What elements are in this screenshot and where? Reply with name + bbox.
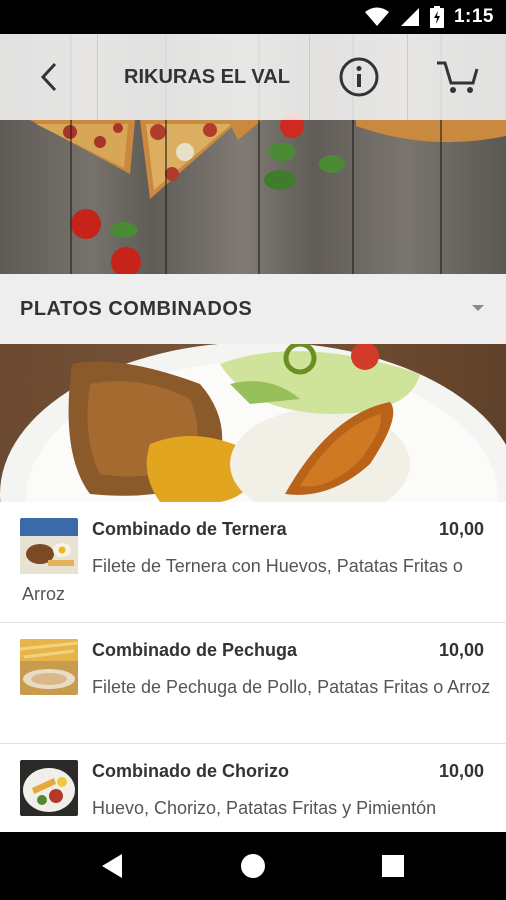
category-banner-image [0, 344, 506, 502]
item-price: 10,00 [438, 519, 484, 539]
back-arrow-icon [40, 62, 56, 92]
nav-recents-icon [382, 855, 404, 877]
status-time: 1:15 [453, 6, 494, 27]
status-icons: 1:15 [364, 5, 494, 29]
item-description: Huevo, Chorizo, Patatas Fritas y Pimient… [92, 798, 437, 818]
nav-back-button[interactable] [72, 832, 152, 900]
signal-icon [400, 8, 419, 26]
dish-illustration [0, 344, 506, 502]
back-button[interactable] [0, 34, 98, 120]
item-title: Combinado de Chorizo [92, 761, 289, 781]
info-icon [339, 57, 378, 97]
cart-button[interactable] [408, 34, 506, 120]
info-button[interactable] [310, 34, 408, 120]
menu-item[interactable]: Combinado de Pechuga 10,00 Filete de Pec… [0, 623, 506, 744]
menu-item[interactable]: Combinado de Ternera 10,00 Filete de Ter… [0, 502, 506, 623]
nav-back-icon [102, 854, 122, 878]
nav-home-icon [241, 854, 265, 878]
status-bar: 1:15 [0, 0, 506, 34]
nav-home-button[interactable] [213, 832, 293, 900]
cart-icon [437, 61, 479, 93]
category-title: PLATOS COMBINADOS [20, 297, 253, 320]
menu-list: Combinado de Ternera 10,00 Filete de Ter… [0, 502, 506, 832]
item-description: Filete de Pechuga de Pollo, Patatas Frit… [92, 677, 491, 697]
wifi-icon [364, 7, 389, 26]
top-app-bar: RIKURAS EL VAL [0, 34, 506, 120]
item-price: 10,00 [438, 761, 484, 781]
item-title: Combinado de Ternera [92, 519, 287, 539]
battery-charging-icon [429, 6, 444, 28]
item-price: 10,00 [438, 640, 484, 660]
item-title: Combinado de Pechuga [92, 640, 298, 660]
category-header[interactable]: PLATOS COMBINADOS [0, 274, 506, 344]
menu-item[interactable]: Combinado de Chorizo 10,00 Huevo, Choriz… [0, 744, 506, 832]
nav-recents-button[interactable] [353, 832, 433, 900]
item-description: Filete de Ternera con Huevos, Patatas Fr… [22, 556, 463, 604]
page-title: RIKURAS EL VAL [98, 34, 310, 120]
caret-down-icon [472, 305, 484, 311]
system-nav-bar [0, 832, 506, 900]
